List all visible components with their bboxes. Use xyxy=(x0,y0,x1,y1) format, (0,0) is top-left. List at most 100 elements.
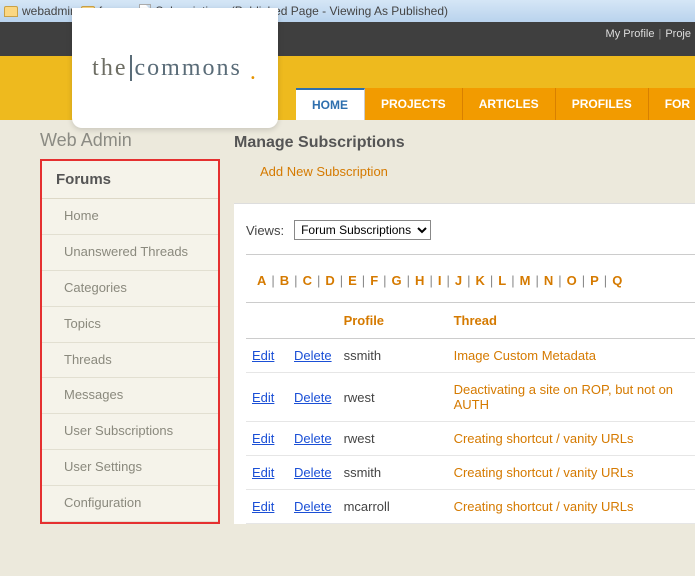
table-row: Edit Delete mcarrollCreating shortcut / va… xyxy=(246,490,695,524)
tab-articles[interactable]: ARTICLES xyxy=(463,88,556,120)
alpha-letter[interactable]: K xyxy=(474,273,485,288)
folder-icon xyxy=(4,6,18,17)
alpha-letter[interactable]: O xyxy=(566,273,578,288)
add-subscription-link[interactable]: Add New Subscription xyxy=(260,164,388,179)
edit-link[interactable]: Edit xyxy=(252,431,274,446)
alpha-letter[interactable]: M xyxy=(519,273,532,288)
cell-thread[interactable]: Creating shortcut / vanity URLs xyxy=(448,456,695,490)
separator: | xyxy=(362,273,365,288)
sidebar-item[interactable]: User Settings xyxy=(42,450,218,486)
col-edit xyxy=(246,303,288,339)
cell-thread[interactable]: Creating shortcut / vanity URLs xyxy=(448,490,695,524)
delete-link[interactable]: Delete xyxy=(294,390,332,405)
tab-profiles[interactable]: PROFILES xyxy=(556,88,649,120)
separator: | xyxy=(658,28,661,40)
alpha-letter[interactable]: E xyxy=(347,273,358,288)
alpha-letter[interactable]: N xyxy=(543,273,554,288)
sidebar-item[interactable]: Home xyxy=(42,199,218,235)
col-thread[interactable]: Thread xyxy=(448,303,695,339)
tab-projects[interactable]: PROJECTS xyxy=(365,88,463,120)
separator: | xyxy=(340,273,343,288)
my-profile-link[interactable]: My Profile xyxy=(606,28,655,40)
delete-link[interactable]: Delete xyxy=(294,465,332,480)
delete-link[interactable]: Delete xyxy=(294,431,332,446)
separator: | xyxy=(294,273,297,288)
alpha-letter[interactable]: I xyxy=(437,273,443,288)
sidebar: Web Admin Forums HomeUnanswered ThreadsC… xyxy=(0,120,228,576)
content-panel: Views: Forum Subscriptions A | B | C | D | E | F | G… xyxy=(234,203,695,524)
sidebar-title: Web Admin xyxy=(40,130,220,151)
table-row: Edit Delete ssmithImage Custom Metadata xyxy=(246,339,695,373)
alpha-letter[interactable]: D xyxy=(324,273,335,288)
alpha-letter[interactable]: F xyxy=(369,273,379,288)
breadcrumb-item[interactable]: webadmin xyxy=(22,4,77,18)
edit-link[interactable]: Edit xyxy=(252,348,274,363)
cell-profile: rwest xyxy=(338,373,448,422)
table-header-row: Profile Thread xyxy=(246,303,695,339)
tab-home[interactable]: HOME xyxy=(296,88,365,120)
separator: | xyxy=(558,273,561,288)
cell-profile: mcarroll xyxy=(338,490,448,524)
main-area: Web Admin Forums HomeUnanswered ThreadsC… xyxy=(0,120,695,576)
views-select[interactable]: Forum Subscriptions xyxy=(294,220,431,240)
separator: | xyxy=(604,273,607,288)
alpha-letter[interactable]: A xyxy=(256,273,267,288)
table-row: Edit Delete rwestCreating shortcut / vanit… xyxy=(246,422,695,456)
alpha-letter[interactable]: H xyxy=(414,273,425,288)
separator: | xyxy=(407,273,410,288)
logo[interactable]: thecommons . xyxy=(72,8,278,128)
logo-dot: . xyxy=(250,59,258,86)
sidebar-section-heading: Forums xyxy=(42,161,218,199)
cell-thread[interactable]: Image Custom Metadata xyxy=(448,339,695,373)
separator: | xyxy=(535,273,538,288)
alpha-letter[interactable]: J xyxy=(454,273,463,288)
separator: | xyxy=(446,273,449,288)
table-body: EditDeletessmithImage Custom MetadataEdi… xyxy=(246,339,695,524)
table-row: Edit Delete ssmithCreating shortcut / vani… xyxy=(246,456,695,490)
alpha-filter: A|B|C|D|E|F|G|H|I|J|K|L|M|N|O|P|Q xyxy=(246,255,695,303)
edit-link[interactable]: Edit xyxy=(252,499,274,514)
alpha-letter[interactable]: P xyxy=(589,273,600,288)
page-title: Manage Subscriptions xyxy=(234,134,695,152)
cell-profile: rwest xyxy=(338,422,448,456)
views-label: Views: xyxy=(246,223,284,238)
alpha-letter[interactable]: G xyxy=(391,273,403,288)
table-row: Edit Delete rwestDeactivating a site on RO… xyxy=(246,373,695,422)
cell-thread[interactable]: Deactivating a site on ROP, but not on A… xyxy=(448,373,695,422)
delete-link[interactable]: Delete xyxy=(294,348,332,363)
cell-profile: ssmith xyxy=(338,456,448,490)
col-profile[interactable]: Profile xyxy=(338,303,448,339)
header: thecommons . HOMEPROJECTSARTICLESPROFILE… xyxy=(0,56,695,120)
tab-for[interactable]: FOR xyxy=(649,88,695,120)
alpha-letter[interactable]: L xyxy=(497,273,507,288)
delete-link[interactable]: Delete xyxy=(294,499,332,514)
sidebar-item[interactable]: User Subscriptions xyxy=(42,414,218,450)
sidebar-item[interactable]: Threads xyxy=(42,343,218,379)
col-delete xyxy=(288,303,338,339)
separator: | xyxy=(271,273,274,288)
sidebar-item[interactable]: Unanswered Threads xyxy=(42,235,218,271)
alpha-letter[interactable]: B xyxy=(279,273,290,288)
separator: | xyxy=(383,273,386,288)
logo-right: commons xyxy=(130,55,242,81)
projects-link[interactable]: Proje xyxy=(665,28,691,40)
cell-thread[interactable]: Creating shortcut / vanity URLs xyxy=(448,422,695,456)
sidebar-item[interactable]: Categories xyxy=(42,271,218,307)
separator: | xyxy=(511,273,514,288)
sidebar-box: Forums HomeUnanswered ThreadsCategoriesT… xyxy=(40,159,220,524)
edit-link[interactable]: Edit xyxy=(252,390,274,405)
sidebar-item[interactable]: Topics xyxy=(42,307,218,343)
alpha-letter[interactable]: C xyxy=(302,273,313,288)
separator: | xyxy=(317,273,320,288)
logo-left: the xyxy=(92,55,127,81)
edit-link[interactable]: Edit xyxy=(252,465,274,480)
alpha-letter[interactable]: Q xyxy=(611,273,623,288)
sidebar-list: HomeUnanswered ThreadsCategoriesTopicsTh… xyxy=(42,199,218,522)
cell-profile: ssmith xyxy=(338,339,448,373)
views-row: Views: Forum Subscriptions xyxy=(246,220,695,255)
subscriptions-table: Profile Thread EditDeletessmithImage Cus… xyxy=(246,303,695,524)
content: Manage Subscriptions Add New Subscriptio… xyxy=(228,120,695,576)
sidebar-item[interactable]: Messages xyxy=(42,378,218,414)
separator: | xyxy=(582,273,585,288)
sidebar-item[interactable]: Configuration xyxy=(42,486,218,522)
